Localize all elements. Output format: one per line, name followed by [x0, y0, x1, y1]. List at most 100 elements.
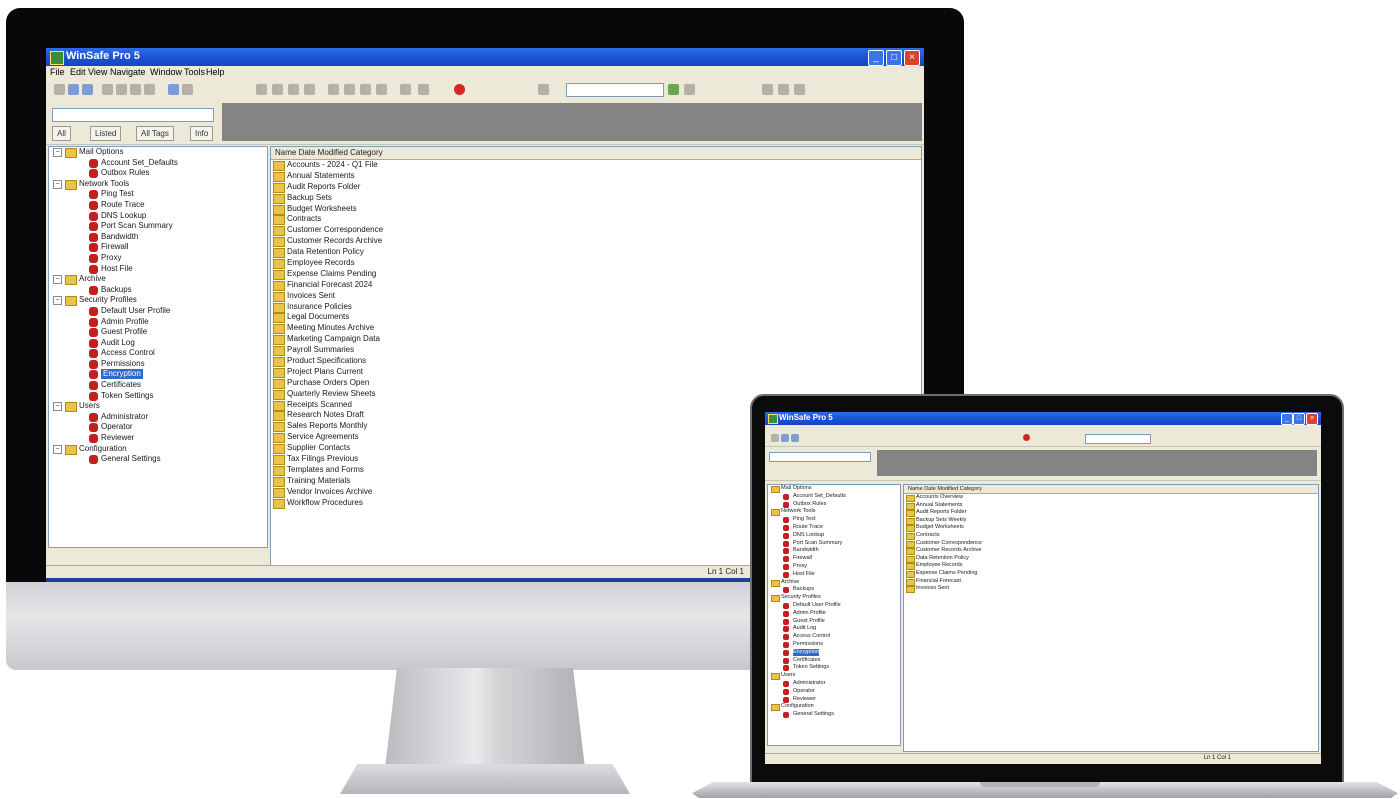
list-item[interactable]: Budget Worksheets	[271, 204, 921, 215]
tree-item[interactable]: Host File	[49, 264, 267, 275]
expand-toggle-icon[interactable]: −	[53, 148, 62, 157]
tree-scrollbar[interactable]	[48, 548, 266, 558]
tree-item[interactable]: Account Set_Defaults	[49, 158, 267, 169]
sort-icon[interactable]	[272, 84, 283, 95]
laptop-list-item[interactable]: Invoices Sent	[904, 585, 1318, 594]
laptop-tree-item[interactable]: Outbox Rules	[768, 501, 900, 509]
list-item[interactable]: Financial Forecast 2024	[271, 280, 921, 291]
undo-icon[interactable]	[144, 84, 155, 95]
tree-item[interactable]: Admin Profile	[49, 317, 267, 328]
tab-1[interactable]: Listed	[90, 126, 122, 141]
menu-item-window[interactable]: Window	[150, 67, 182, 77]
laptop-tree-item[interactable]: Encryption	[768, 648, 900, 657]
laptop-list-item[interactable]: Data Retention Policy	[904, 555, 1318, 563]
expand-toggle-icon[interactable]: −	[53, 296, 62, 306]
laptop-save-icon[interactable]	[791, 434, 799, 442]
tree-item[interactable]: Bandwidth	[49, 232, 267, 243]
laptop-tree-item[interactable]: Certificates	[768, 657, 900, 665]
laptop-list-item[interactable]: Backup Sets Weekly	[904, 517, 1318, 525]
tree-item[interactable]: Encryption	[49, 369, 267, 380]
options-icon[interactable]	[684, 84, 695, 95]
back-icon[interactable]	[328, 84, 339, 95]
laptop-maximize-icon[interactable]: □	[1293, 413, 1305, 425]
flag-icon[interactable]	[400, 84, 411, 95]
tree-item[interactable]: Backups	[49, 285, 267, 296]
list-item[interactable]: Invoices Sent	[271, 291, 921, 302]
tree-item[interactable]: Administrator	[49, 412, 267, 423]
laptop-tree-folder[interactable]: Mail Options	[768, 485, 900, 493]
laptop-list-item[interactable]: Budget Worksheets	[904, 524, 1318, 533]
tree-item[interactable]: Permissions	[49, 359, 267, 370]
list-item[interactable]: Purchase Orders Open	[271, 378, 921, 389]
laptop-search-input[interactable]	[769, 452, 871, 462]
filter-icon[interactable]	[256, 84, 267, 95]
list-item[interactable]: Contracts	[271, 214, 921, 226]
menu-item-navigate[interactable]: Navigate	[110, 67, 146, 77]
laptop-tree-item[interactable]: Administrator	[768, 680, 900, 688]
laptop-tree-item[interactable]: Token Settings	[768, 664, 900, 672]
tree-item[interactable]: Reviewer	[49, 433, 267, 444]
laptop-tree-item[interactable]: Access Control	[768, 633, 900, 641]
tree-item[interactable]: Certificates	[49, 380, 267, 391]
laptop-tree-item[interactable]: Permissions	[768, 641, 900, 649]
laptop-new-file-icon[interactable]	[771, 434, 779, 442]
laptop-tree-item[interactable]: DNS Lookup	[768, 532, 900, 540]
zoom-icon[interactable]	[538, 84, 549, 95]
laptop-list-item[interactable]: Audit Reports Folder	[904, 509, 1318, 518]
list-item[interactable]: Customer Records Archive	[271, 236, 921, 248]
laptop-tree-item[interactable]: Host File	[768, 571, 900, 579]
list-item[interactable]: Meeting Minutes Archive	[271, 323, 921, 335]
menu-item-tools[interactable]: Tools	[184, 67, 205, 77]
tree-item[interactable]: General Settings	[49, 454, 267, 465]
laptop-list-item[interactable]: Financial Forecast	[904, 578, 1318, 586]
forward-icon[interactable]	[344, 84, 355, 95]
laptop-close-icon[interactable]: ×	[1306, 413, 1318, 425]
list-item[interactable]: Employee Records	[271, 258, 921, 270]
laptop-tree-item[interactable]: Default User Profile	[768, 602, 900, 610]
list-item[interactable]: Legal Documents	[271, 312, 921, 324]
tree-item[interactable]: Route Trace	[49, 200, 267, 211]
apply-icon[interactable]	[668, 84, 679, 95]
laptop-tree-item[interactable]: Account Set_Defaults	[768, 493, 900, 501]
list-item[interactable]: Payroll Summaries	[271, 345, 921, 357]
list-item[interactable]: Customer Correspondence	[271, 225, 921, 237]
laptop-record-icon[interactable]	[1023, 434, 1030, 441]
maximize-icon[interactable]: □	[886, 50, 902, 66]
laptop-tree-item[interactable]: General Settings	[768, 711, 900, 719]
laptop-list-item[interactable]: Expense Claims Pending	[904, 570, 1318, 578]
tree-folder[interactable]: − Configuration	[49, 444, 267, 455]
laptop-list-item[interactable]: Customer Correspondence	[904, 540, 1318, 548]
list-item[interactable]: Insurance Policies	[271, 302, 921, 313]
laptop-tree-item[interactable]: Audit Log	[768, 625, 900, 633]
save-icon[interactable]	[82, 84, 93, 95]
laptop-tree-item[interactable]: Admin Profile	[768, 610, 900, 618]
menu-item-help[interactable]: Help	[206, 67, 225, 77]
laptop-tree-item[interactable]: Reviewer	[768, 696, 900, 704]
tree-folder[interactable]: − Archive	[49, 274, 267, 286]
tree-item[interactable]: Ping Test	[49, 189, 267, 200]
tree-item[interactable]: Guest Profile	[49, 327, 267, 338]
laptop-list-item[interactable]: Annual Statements	[904, 502, 1318, 510]
settings-icon[interactable]	[182, 84, 193, 95]
tree-folder[interactable]: − Users	[49, 401, 267, 413]
list-item[interactable]: Expense Claims Pending	[271, 269, 921, 280]
laptop-zoom-field[interactable]	[1085, 434, 1151, 444]
laptop-list-item[interactable]: Customer Records Archive	[904, 547, 1318, 556]
search-input[interactable]	[52, 108, 214, 122]
laptop-tree-item[interactable]: Bandwidth	[768, 547, 900, 555]
expand-toggle-icon[interactable]: −	[53, 402, 62, 412]
tree-item[interactable]: Token Settings	[49, 391, 267, 402]
laptop-tree-folder[interactable]: Network Tools	[768, 508, 900, 517]
list-item[interactable]: Product Specifications	[271, 356, 921, 368]
laptop-tree-folder[interactable]: Configuration	[768, 703, 900, 712]
laptop-tree-folder[interactable]: Security Profiles	[768, 594, 900, 603]
list-item[interactable]: Accounts - 2024 - Q1 File	[271, 160, 921, 171]
laptop-tree-item[interactable]: Route Trace	[768, 524, 900, 532]
copy-icon[interactable]	[116, 84, 127, 95]
laptop-open-folder-icon[interactable]	[781, 434, 789, 442]
laptop-tree-item[interactable]: Operator	[768, 688, 900, 696]
list-item[interactable]: Audit Reports Folder	[271, 182, 921, 193]
cut-icon[interactable]	[102, 84, 113, 95]
expand-toggle-icon[interactable]: −	[53, 275, 62, 285]
replace-icon[interactable]	[304, 84, 315, 95]
